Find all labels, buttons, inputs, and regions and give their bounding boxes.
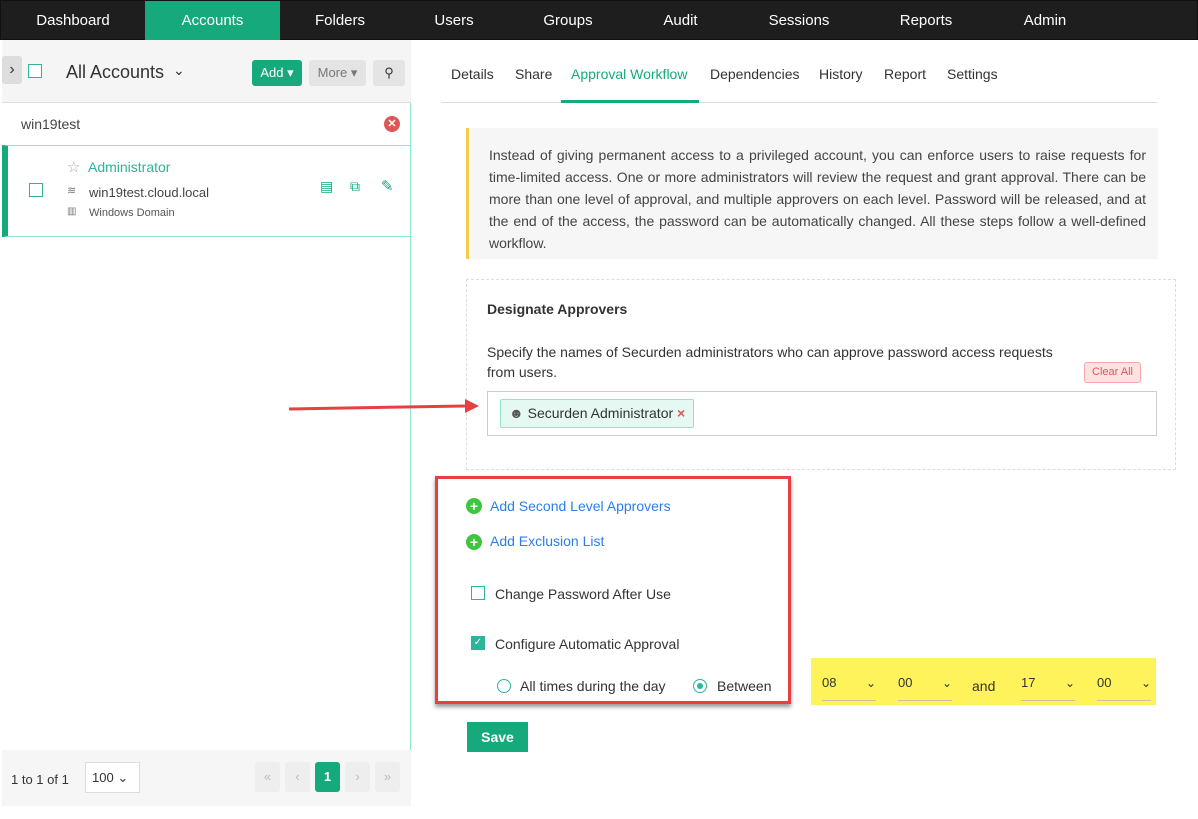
add-button[interactable]: Add ▾ (252, 60, 302, 86)
save-button[interactable]: Save (467, 722, 528, 752)
between-label: Between (717, 678, 772, 694)
clear-search-icon[interactable]: ✕ (384, 116, 400, 132)
chevron-down-icon: ⌄ (1140, 676, 1151, 690)
all-times-label: All times during the day (520, 678, 666, 694)
nav-sessions[interactable]: Sessions (733, 1, 865, 41)
to-hour-select[interactable]: 17 ⌄ (1021, 669, 1075, 701)
change-password-checkbox[interactable] (471, 586, 485, 600)
nav-accounts[interactable]: Accounts (145, 1, 280, 41)
tab-approval-workflow[interactable]: Approval Workflow (571, 66, 687, 82)
add-exclusion-plus-icon[interactable]: + (466, 534, 482, 550)
add-exclusion-list-link[interactable]: Add Exclusion List (490, 533, 604, 549)
tab-report[interactable]: Report (884, 66, 926, 82)
user-icon: ☻ (509, 405, 524, 421)
tab-settings[interactable]: Settings (947, 66, 998, 82)
search-input[interactable]: win19test (21, 116, 80, 132)
approver-chip-label: Securden Administrator (527, 405, 674, 421)
to-minute-value: 00 (1097, 675, 1112, 690)
nav-admin[interactable]: Admin (987, 1, 1103, 41)
accounts-view-title[interactable]: All Accounts (66, 62, 164, 83)
next-page-button[interactable]: › (345, 762, 370, 792)
change-password-label: Change Password After Use (495, 586, 671, 602)
chevron-down-icon: ⌄ (865, 676, 876, 690)
account-name[interactable]: Administrator (88, 159, 170, 175)
approvers-input[interactable]: ☻ Securden Administrator × (487, 391, 1157, 436)
active-tab-underline (561, 100, 699, 103)
accounts-header: › All Accounts ⌄ Add ▾ More ▾ ⚲ (2, 40, 411, 103)
tab-dependencies[interactable]: Dependencies (710, 66, 800, 82)
add-second-level-plus-icon[interactable]: + (466, 498, 482, 514)
from-hour-value: 08 (822, 675, 837, 690)
workflow-info-box: Instead of giving permanent access to a … (466, 128, 1158, 259)
select-all-checkbox[interactable] (28, 64, 42, 78)
nav-dashboard[interactable]: Dashboard (1, 1, 145, 41)
account-type: Windows Domain (89, 207, 175, 219)
search-button[interactable]: ⚲ (373, 60, 405, 86)
between-radio[interactable] (693, 679, 707, 693)
range-text: 1 to 1 of 1 (11, 772, 69, 787)
designate-approvers-section: Designate Approvers Specify the names of… (466, 279, 1176, 470)
tabs-divider (441, 102, 1157, 103)
tab-history[interactable]: History (819, 66, 863, 82)
nav-folders[interactable]: Folders (280, 1, 400, 41)
approvers-desc: Specify the names of Securden administra… (487, 344, 1053, 380)
clear-all-button[interactable]: Clear All (1084, 362, 1141, 383)
all-times-radio[interactable] (497, 679, 511, 693)
nav-users[interactable]: Users (400, 1, 508, 41)
last-page-button[interactable]: » (375, 762, 400, 792)
annotation-arrow-head (465, 399, 479, 413)
account-host: win19test.cloud.local (89, 185, 209, 200)
auto-approval-checkbox[interactable]: ✓ (471, 636, 485, 650)
page-size-select[interactable]: 100 ⌄ (85, 762, 140, 793)
chevron-down-icon: ⌄ (1064, 676, 1075, 690)
pagination-footer: 1 to 1 of 1 100 ⌄ « ‹ 1 › » (2, 750, 411, 806)
expand-chevron-icon[interactable]: › (2, 56, 22, 84)
top-nav: Dashboard Accounts Folders Users Groups … (0, 0, 1198, 41)
tab-share[interactable]: Share (515, 66, 552, 82)
copy-password-icon[interactable]: ▤ (320, 178, 333, 195)
page-size-value: 100 (92, 770, 114, 785)
view-dropdown-chevron-icon[interactable]: ⌄ (173, 62, 185, 79)
nav-audit[interactable]: Audit (628, 1, 733, 41)
to-minute-select[interactable]: 00 ⌄ (1097, 669, 1151, 701)
and-label: and (972, 678, 996, 694)
approver-chip: ☻ Securden Administrator × (500, 399, 695, 428)
edit-pencil-icon[interactable]: ✎ (381, 177, 394, 195)
page-1-button[interactable]: 1 (315, 762, 340, 792)
tab-details[interactable]: Details (451, 66, 494, 82)
to-hour-value: 17 (1021, 675, 1036, 690)
from-minute-select[interactable]: 00 ⌄ (898, 669, 952, 701)
account-checkbox[interactable] (29, 183, 43, 197)
building-icon: ▥ (67, 206, 77, 217)
approvers-title: Designate Approvers (487, 301, 628, 317)
from-minute-value: 00 (898, 675, 913, 690)
prev-page-button[interactable]: ‹ (285, 762, 310, 792)
add-second-level-approvers-link[interactable]: Add Second Level Approvers (490, 498, 671, 514)
auto-approval-label: Configure Automatic Approval (495, 636, 680, 652)
favorite-star-icon[interactable]: ☆ (67, 158, 80, 176)
from-hour-select[interactable]: 08 ⌄ (822, 669, 876, 701)
search-icon: ⚲ (384, 65, 394, 80)
first-page-button[interactable]: « (255, 762, 280, 792)
launch-session-icon[interactable]: ⧉ (350, 178, 360, 195)
add-label: Add (260, 65, 284, 80)
more-label: More (317, 65, 348, 80)
layers-icon: ≋ (67, 185, 77, 197)
chevron-down-icon: ⌄ (941, 676, 952, 690)
remove-approver-icon[interactable]: × (677, 405, 685, 421)
nav-reports[interactable]: Reports (865, 1, 987, 41)
accounts-panel: › All Accounts ⌄ Add ▾ More ▾ ⚲ win19tes… (2, 40, 411, 806)
more-button[interactable]: More ▾ (309, 60, 366, 86)
account-list-item[interactable]: ☆ Administrator ≋ win19test.cloud.local … (2, 145, 411, 237)
nav-groups[interactable]: Groups (508, 1, 628, 41)
